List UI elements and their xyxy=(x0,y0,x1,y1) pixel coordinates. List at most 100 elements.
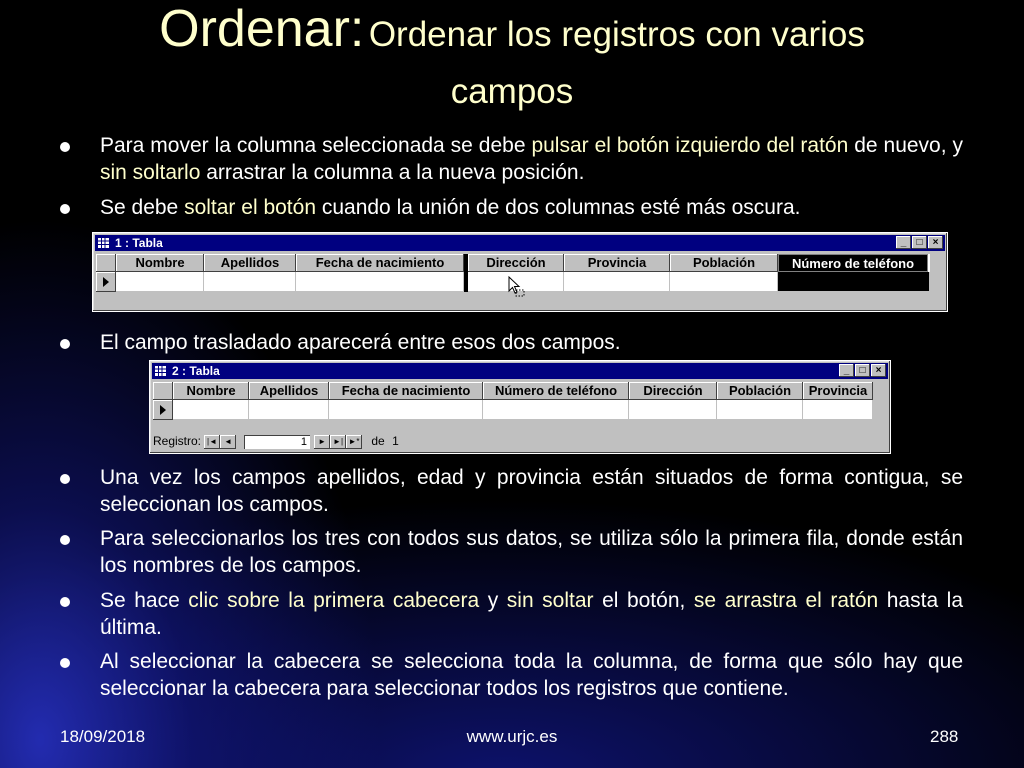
title-sub-line1: Ordenar los registros con varios xyxy=(368,15,865,54)
record-selector[interactable] xyxy=(96,272,116,292)
minimize-button[interactable]: _ xyxy=(896,236,911,249)
highlighted-text: pulsar el botón izquierdo del ratón xyxy=(531,134,849,157)
highlighted-text: clic sobre la primera cabecera xyxy=(188,589,480,612)
bullet-item: Una vez los campos apellidos, edad y pro… xyxy=(60,464,963,518)
table-cell[interactable] xyxy=(249,400,329,420)
datasheet-icon xyxy=(155,366,166,376)
window-titlebar[interactable]: 1 : Tabla _ □ × xyxy=(95,235,945,251)
highlighted-text: se arrastra el ratón xyxy=(693,589,879,612)
bullet-dot-icon xyxy=(60,658,70,668)
table-cell[interactable] xyxy=(173,400,249,420)
bullet-item: Se debe soltar el botón cuando la unión … xyxy=(60,194,963,221)
bullet-dot-icon xyxy=(60,142,70,152)
column-header[interactable]: Población xyxy=(670,254,778,272)
column-header[interactable]: Apellidos xyxy=(204,254,296,272)
table-window-1[interactable]: 1 : Tabla _ □ × Nombre Apellidos Fecha de … xyxy=(92,232,948,312)
bullet-text: Para mover la columna seleccionada se de… xyxy=(100,132,963,186)
table-cell[interactable] xyxy=(564,272,670,292)
new-record-button[interactable]: ►* xyxy=(346,434,363,449)
column-header[interactable]: Apellidos xyxy=(249,382,329,400)
datasheet-grid[interactable]: Nombre Apellidos Fecha de nacimiento Dir… xyxy=(96,254,930,302)
datasheet-grid[interactable]: Nombre Apellidos Fecha de nacimiento Núm… xyxy=(153,382,873,428)
table-cell[interactable] xyxy=(204,272,296,292)
maximize-button[interactable]: □ xyxy=(912,236,927,249)
next-record-button[interactable]: ► xyxy=(314,434,331,449)
text-run: Para mover la columna seleccionada se de… xyxy=(100,134,532,157)
bullet-item: El campo trasladado aparecerá entre esos… xyxy=(60,329,963,356)
window-title: 1 : Tabla xyxy=(115,236,163,250)
column-header[interactable]: Nombre xyxy=(173,382,249,400)
current-record-arrow-icon xyxy=(103,277,109,287)
window-titlebar[interactable]: 2 : Tabla _ □ × xyxy=(152,363,888,379)
bullet-item: Para mover la columna seleccionada se de… xyxy=(60,132,963,186)
drag-cursor-icon xyxy=(508,276,525,297)
column-header[interactable]: Nombre xyxy=(116,254,204,272)
bullet-text: Para seleccionarlos los tres con todos s… xyxy=(100,527,963,577)
grid-empty-area xyxy=(153,420,873,428)
column-header[interactable]: Fecha de nacimiento xyxy=(329,382,483,400)
record-selector[interactable] xyxy=(153,400,173,420)
bullet-text: Se hace clic sobre la primera cabecera y… xyxy=(100,587,963,641)
bullet-text: El campo trasladado aparecerá entre esos… xyxy=(100,331,621,354)
record-number-input[interactable]: 1 xyxy=(244,434,311,449)
column-header-selected[interactable]: Número de teléfono xyxy=(778,254,928,272)
close-button[interactable]: × xyxy=(871,364,886,377)
bullet-text: Se debe soltar el botón cuando la unión … xyxy=(100,194,963,221)
highlighted-text: sin soltarlo xyxy=(100,161,201,184)
bullet-item: Se hace clic sobre la primera cabecera y… xyxy=(60,587,963,641)
record-label: Registro: xyxy=(153,434,202,448)
highlighted-text: soltar el botón xyxy=(184,196,316,219)
bullet-dot-icon xyxy=(60,597,70,607)
highlighted-text: sin soltar xyxy=(506,589,594,612)
title-main: Ordenar: xyxy=(159,0,365,58)
bullet-text: Al seleccionar la cabecera se selecciona… xyxy=(100,650,963,700)
first-record-button[interactable]: |◄ xyxy=(204,434,221,449)
table-window-2[interactable]: 2 : Tabla _ □ × Nombre Apellidos Fecha de … xyxy=(149,360,891,454)
text-run: y xyxy=(479,589,507,612)
text-run: cuando la unión de dos columnas esté más… xyxy=(316,196,801,219)
column-header[interactable]: Dirección xyxy=(468,254,564,272)
last-record-button[interactable]: ►| xyxy=(330,434,347,449)
column-header[interactable]: Población xyxy=(717,382,803,400)
table-cell[interactable] xyxy=(116,272,204,292)
bullet-dot-icon xyxy=(60,204,70,214)
maximize-button[interactable]: □ xyxy=(855,364,870,377)
datasheet-icon xyxy=(98,238,109,248)
corner-selector[interactable] xyxy=(153,382,173,400)
current-record-arrow-icon xyxy=(160,405,166,415)
text-run: el botón, xyxy=(593,589,694,612)
table-cell-selected[interactable] xyxy=(778,272,930,292)
text-run: Se debe xyxy=(100,196,185,219)
table-cell[interactable] xyxy=(629,400,717,420)
table-cell[interactable] xyxy=(803,400,873,420)
table-cell[interactable] xyxy=(483,400,629,420)
column-header[interactable]: Número de teléfono xyxy=(483,382,629,400)
footer-site: www.urjc.es xyxy=(466,727,558,746)
column-header[interactable]: Dirección xyxy=(629,382,717,400)
previous-record-button[interactable]: ◄ xyxy=(220,434,237,449)
bullet-dot-icon xyxy=(60,339,70,349)
table-cell[interactable] xyxy=(670,272,778,292)
title-sub-line2: campos xyxy=(450,72,574,111)
record-total: 1 xyxy=(392,434,399,448)
text-run: de nuevo, y xyxy=(848,134,964,157)
minimize-button[interactable]: _ xyxy=(839,364,854,377)
footer-page-number: 288 xyxy=(930,727,959,746)
column-header[interactable]: Provincia xyxy=(564,254,670,272)
bullet-item: Al seleccionar la cabecera se selecciona… xyxy=(60,648,963,702)
window-title: 2 : Tabla xyxy=(172,364,220,378)
column-header[interactable]: Fecha de nacimiento xyxy=(296,254,464,272)
bullet-dot-icon xyxy=(60,474,70,484)
text-run: arrastrar la columna a la nueva posición… xyxy=(200,161,585,184)
column-header[interactable]: Provincia xyxy=(803,382,873,400)
corner-selector[interactable] xyxy=(96,254,116,272)
bullet-dot-icon xyxy=(60,535,70,545)
record-of-label: de xyxy=(371,434,385,448)
table-cell[interactable] xyxy=(296,272,464,292)
slide-title: Ordenar: Ordenar los registros con vario… xyxy=(0,3,1024,124)
table-cell[interactable] xyxy=(329,400,483,420)
bullet-text: Una vez los campos apellidos, edad y pro… xyxy=(100,466,963,516)
text-run: Se hace xyxy=(100,589,189,612)
close-button[interactable]: × xyxy=(928,236,943,249)
table-cell[interactable] xyxy=(717,400,803,420)
